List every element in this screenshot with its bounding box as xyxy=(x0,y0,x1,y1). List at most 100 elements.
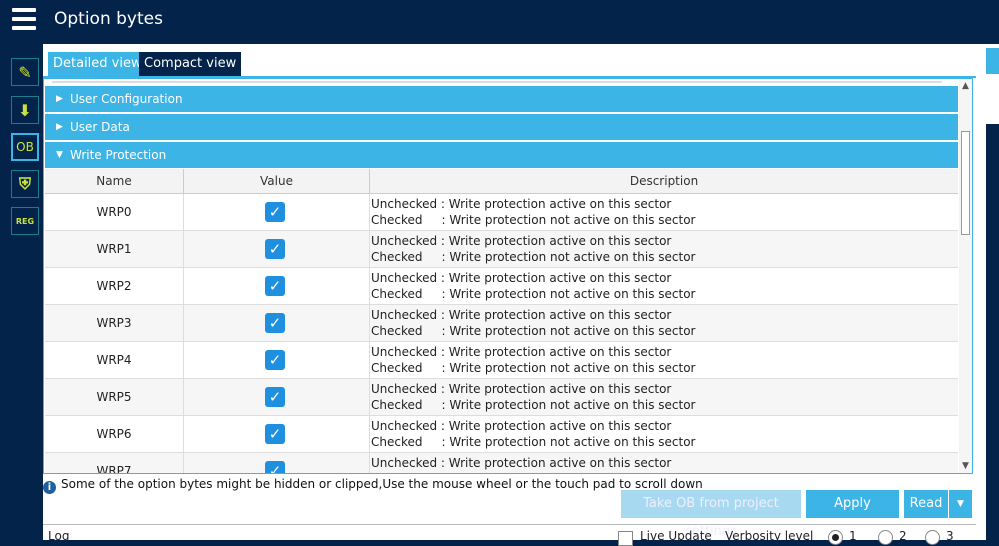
wrp-checkbox[interactable]: ✓ xyxy=(265,387,285,407)
info-message: i Some of the option bytes might be hidde… xyxy=(43,476,703,494)
wrp-value-cell: ✓ xyxy=(184,305,370,341)
verbosity-level-1-label: 1 xyxy=(849,529,857,543)
section-user-data[interactable]: ▶ User Data xyxy=(45,114,958,140)
table-row: WRP6 ✓ Unchecked : Write protection active… xyxy=(45,416,958,453)
wrp-value-cell: ✓ xyxy=(184,342,370,378)
divider xyxy=(43,524,976,525)
wrp-value-cell: ✓ xyxy=(184,379,370,415)
description-line: Checked : Write protection not active on… xyxy=(371,287,696,301)
wrp-checkbox[interactable]: ✓ xyxy=(265,239,285,259)
page-title: Option bytes xyxy=(54,9,163,29)
description-line: Checked : Write protection not active on… xyxy=(371,213,696,227)
registers-icon[interactable]: REG xyxy=(11,207,39,235)
title-bar: Option bytes xyxy=(0,0,999,44)
wrp-name: WRP6 xyxy=(45,416,184,452)
wrp-description: Unchecked : Write protection active on t… xyxy=(371,233,951,265)
chevron-right-icon: ▶ xyxy=(56,94,63,104)
read-dropdown-chevron-icon[interactable]: ▼ xyxy=(949,490,972,518)
wrp-checkbox[interactable]: ✓ xyxy=(265,424,285,444)
tab-detailed-view[interactable]: Detailed view xyxy=(48,52,147,76)
wrp-value-cell: ✓ xyxy=(184,268,370,304)
scroll-up-icon[interactable]: ▲ xyxy=(962,81,969,91)
table-row: WRP0 ✓ Unchecked : Write protection active… xyxy=(45,194,958,231)
wrp-description: Unchecked : Write protection active on t… xyxy=(371,418,951,450)
section-user-configuration[interactable]: ▶ User Configuration xyxy=(45,86,958,112)
scroll-down-icon[interactable]: ▼ xyxy=(962,461,969,471)
description-line: Unchecked : Write protection active on t… xyxy=(371,419,672,433)
wrp-value-cell: ✓ xyxy=(184,231,370,267)
description-line: Unchecked : Write protection active on t… xyxy=(371,382,672,396)
description-line: Checked : Write protection not active on… xyxy=(371,361,696,375)
chevron-right-icon: ▶ xyxy=(56,122,63,132)
chevron-down-icon: ▼ xyxy=(56,150,63,160)
wrp-name: WRP0 xyxy=(45,194,184,230)
wrp-description: Unchecked : Write protection active on t… xyxy=(371,344,951,376)
description-line: Unchecked : Write protection active on t… xyxy=(371,456,672,470)
option-bytes-panel: Detailed view Compact view ▶ User Config… xyxy=(43,44,976,546)
wrp-description: Unchecked : Write protection active on t… xyxy=(371,381,951,413)
description-line: Checked : Write protection not active on… xyxy=(371,250,696,264)
table-row: WRP7 ✓ Unchecked : Write protection active… xyxy=(45,453,958,473)
horizontal-scrollbar[interactable] xyxy=(52,81,942,83)
side-panel-tab[interactable] xyxy=(986,48,999,74)
table-header: Name Value Description xyxy=(45,169,958,194)
menu-icon[interactable] xyxy=(12,8,36,30)
column-header-description: Description xyxy=(629,174,699,188)
download-icon[interactable]: ⬇ xyxy=(11,96,39,124)
wrp-name: WRP1 xyxy=(45,231,184,267)
wrp-description: Unchecked : Write protection active on t… xyxy=(371,455,951,471)
tab-compact-view[interactable]: Compact view xyxy=(139,52,242,76)
erase-programming-icon[interactable]: ✎ xyxy=(11,58,39,86)
verbosity-level-2-label: 2 xyxy=(899,529,907,543)
verbosity-radio-1[interactable] xyxy=(828,530,843,545)
info-icon: i xyxy=(43,481,56,494)
wrp-description: Unchecked : Write protection active on t… xyxy=(371,196,951,228)
section-write-protection[interactable]: ▼ Write Protection xyxy=(45,142,958,168)
description-line: Unchecked : Write protection active on t… xyxy=(371,234,672,248)
option-bytes-icon[interactable]: OB xyxy=(11,133,39,161)
left-nav: ✎ ⬇ OB ⛨ REG xyxy=(4,44,43,540)
wrp-value-cell: ✓ xyxy=(184,194,370,230)
wrp-checkbox[interactable]: ✓ xyxy=(265,313,285,333)
live-update-checkbox[interactable] xyxy=(618,531,633,546)
read-button[interactable]: Read xyxy=(904,490,948,518)
table-row: WRP1 ✓ Unchecked : Write protection active… xyxy=(45,231,958,268)
right-side-panel xyxy=(976,44,999,540)
wrp-checkbox[interactable]: ✓ xyxy=(265,202,285,222)
wrp-value-cell: ✓ xyxy=(184,416,370,452)
description-line: Unchecked : Write protection active on t… xyxy=(371,345,672,359)
wrp-name: WRP7 xyxy=(45,453,184,473)
live-update-label: Live Update xyxy=(640,529,712,543)
table-row: WRP2 ✓ Unchecked : Write protection active… xyxy=(45,268,958,305)
wrp-checkbox[interactable]: ✓ xyxy=(265,350,285,370)
table-row: WRP3 ✓ Unchecked : Write protection active… xyxy=(45,305,958,342)
side-panel-body xyxy=(986,124,999,540)
description-line: Unchecked : Write protection active on t… xyxy=(371,308,672,322)
wrp-name: WRP3 xyxy=(45,305,184,341)
log-label: Log xyxy=(48,529,70,543)
description-line: Checked : Write protection not active on… xyxy=(371,398,696,412)
wrp-value-cell: ✓ xyxy=(184,453,370,473)
column-header-name: Name xyxy=(45,169,184,193)
table-row: WRP4 ✓ Unchecked : Write protection active… xyxy=(45,342,958,379)
wrp-name: WRP5 xyxy=(45,379,184,415)
wrp-checkbox[interactable]: ✓ xyxy=(265,276,285,296)
vertical-scrollbar[interactable]: ▲ ▼ xyxy=(959,79,972,473)
take-ob-from-project-settings-button[interactable]: Take OB from project settings xyxy=(621,490,801,539)
scrollbar-thumb[interactable] xyxy=(961,131,970,235)
description-line: Unchecked : Write protection active on t… xyxy=(371,197,672,211)
verbosity-radio-3[interactable] xyxy=(925,530,940,545)
apply-button[interactable]: Apply xyxy=(806,490,899,518)
description-line: Unchecked : Write protection active on t… xyxy=(371,271,672,285)
table-row: WRP5 ✓ Unchecked : Write protection active… xyxy=(45,379,958,416)
description-line: Checked : Write protection not active on… xyxy=(371,435,696,449)
wrp-checkbox[interactable]: ✓ xyxy=(265,461,285,473)
description-line: Checked : Write protection not active on… xyxy=(371,324,696,338)
verbosity-level-3-label: 3 xyxy=(946,529,954,543)
column-header-value: Value xyxy=(184,169,370,193)
security-shield-icon[interactable]: ⛨ xyxy=(11,170,39,198)
wrp-description: Unchecked : Write protection active on t… xyxy=(371,307,951,339)
wrp-name: WRP4 xyxy=(45,342,184,378)
verbosity-level-label: Verbosity level xyxy=(725,529,814,543)
verbosity-radio-2[interactable] xyxy=(878,530,893,545)
